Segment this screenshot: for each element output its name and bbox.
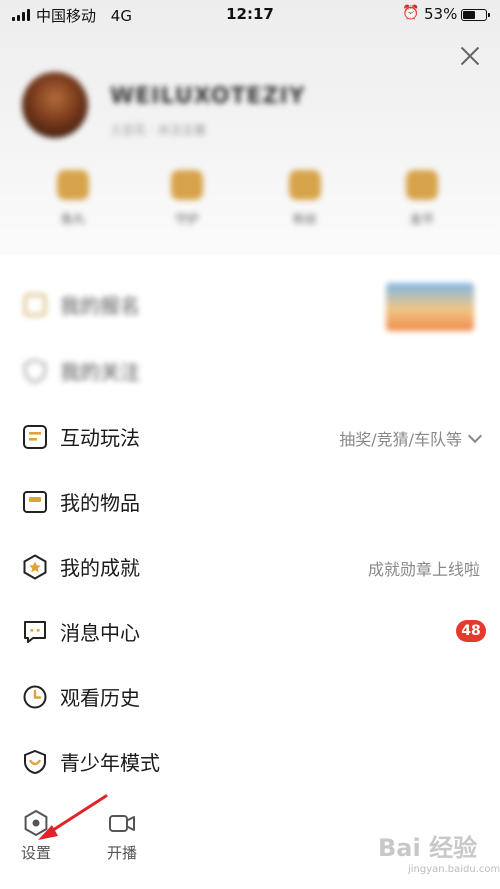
watermark-url: jingyan.baidu.com [408, 864, 500, 875]
annotation-arrow [38, 794, 108, 840]
watermark-logo: Bai 经验 [378, 834, 478, 862]
